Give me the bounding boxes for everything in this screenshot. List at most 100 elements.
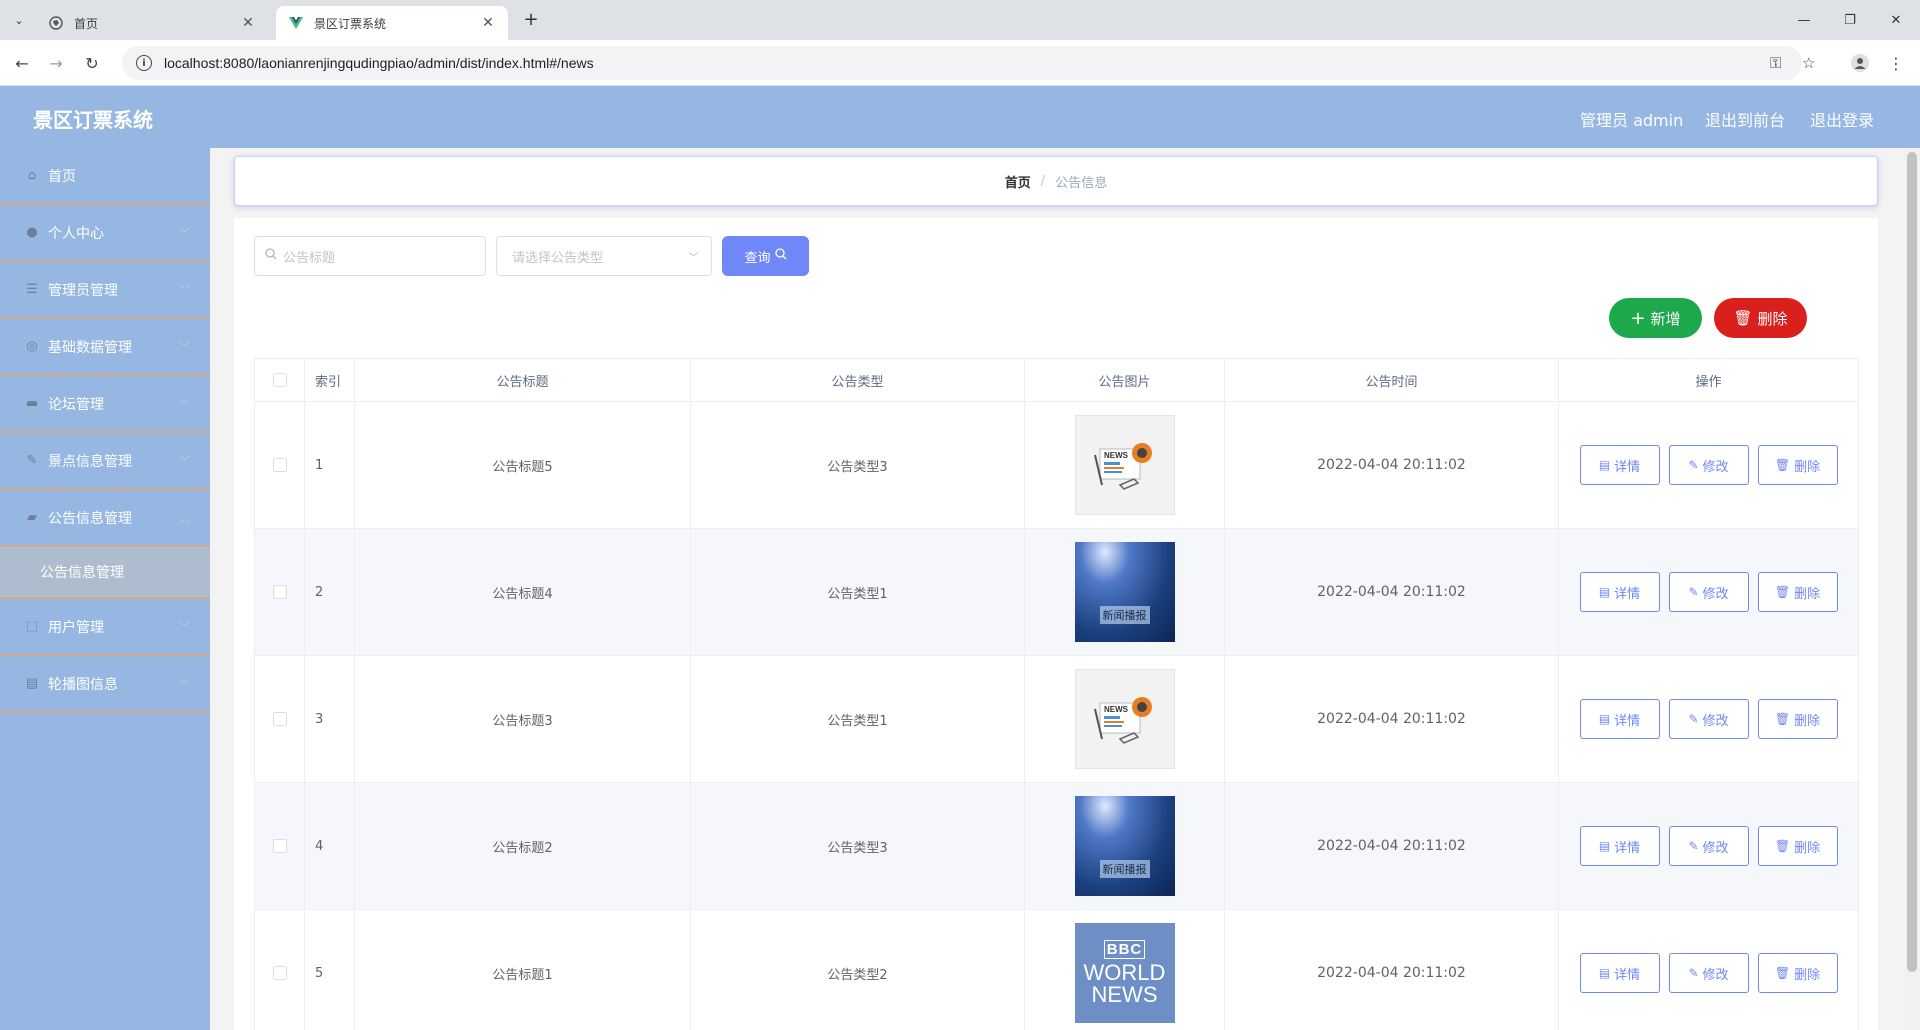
menu-kebab-icon[interactable]: ⋮ [1884, 51, 1908, 75]
select-all-checkbox[interactable] [272, 373, 287, 387]
user-icon: ● [26, 225, 38, 240]
row-type: 公告类型3 [691, 783, 1025, 909]
delete-button[interactable]: 🗑︎ 删除 [1757, 699, 1838, 739]
row-checkbox[interactable] [272, 839, 287, 853]
edit-button[interactable]: ✎ 修改 [1668, 953, 1749, 993]
detail-button[interactable]: ▤ 详情 [1579, 953, 1660, 993]
sidebar: ⌂ 首页 ● 个人中心 ﹀ ☰ 管理员管理 ﹀ ◎ 基础数据管理 ﹀ ▬ 论坛管… [0, 148, 210, 1030]
sidebar-item-notices[interactable]: ▰ 公告信息管理 ︿ [0, 490, 210, 547]
table-header-row: 索引 公告标题 公告类型 公告图片 公告时间 操作 [255, 359, 1858, 402]
browser-tab-active[interactable]: 景区订票系统 ✕ [276, 6, 508, 40]
plus-icon: + [1630, 307, 1646, 329]
sidebar-item-carousel[interactable]: ▤ 轮播图信息 ﹀ [0, 656, 210, 713]
admin-user-label: 管理员 admin [1580, 111, 1684, 130]
exit-to-front-link[interactable]: 退出到前台 [1705, 107, 1785, 131]
close-window-icon[interactable]: ✕ [1873, 6, 1919, 34]
chevron-down-icon: ﹀ [179, 227, 190, 240]
chevron-down-icon: ﹀ [179, 284, 190, 297]
reload-icon[interactable]: ↻ [80, 51, 104, 75]
detail-button[interactable]: ▤ 详情 [1579, 572, 1660, 612]
delete-button[interactable]: 🗑︎ 删除 [1757, 445, 1838, 485]
sidebar-item-base-data[interactable]: ◎ 基础数据管理 ﹀ [0, 319, 210, 376]
breadcrumb-home[interactable]: 首页 [1005, 172, 1031, 191]
row-checkbox[interactable] [272, 458, 287, 472]
minimize-icon[interactable]: — [1781, 6, 1827, 34]
title-search-placeholder: 公告标题 [283, 250, 336, 266]
trash-icon: 🗑︎ [1774, 712, 1791, 726]
stage-image-text: 新闻播报 [1099, 606, 1150, 624]
notice-icon: ▰ [27, 510, 37, 525]
row-image-cell: 新闻播报 [1025, 529, 1225, 655]
table-row: 5 公告标题1 公告类型2 BBC WORLD NEWS 2022-04-04 … [255, 910, 1858, 1030]
new-tab-button[interactable]: + [520, 9, 542, 30]
browser-tab-home[interactable]: 首页 ✕ [36, 6, 268, 40]
row-checkbox[interactable] [272, 712, 287, 726]
sidebar-item-label: 轮播图信息 [48, 676, 118, 693]
close-tab-icon[interactable]: ✕ [240, 15, 256, 31]
row-checkbox-cell [255, 529, 305, 655]
batch-delete-button[interactable]: 🗑︎ 删除 [1714, 298, 1807, 338]
chevron-down-icon: ﹀ [179, 621, 190, 634]
bbc-image: BBC WORLD NEWS [1074, 923, 1175, 1023]
row-checkbox[interactable] [272, 966, 287, 980]
delete-button[interactable]: 🗑︎ 删除 [1757, 953, 1838, 993]
profile-icon[interactable] [1848, 51, 1872, 75]
table-row: 3 公告标题3 公告类型1 NEWS 2022-04-04 20:11:02 ▤… [255, 656, 1858, 783]
title-search-input[interactable]: 公告标题 [254, 236, 486, 276]
users-icon: ⬚ [25, 619, 39, 634]
detail-button[interactable]: ▤ 详情 [1579, 699, 1660, 739]
row-image-cell: 新闻播报 [1025, 783, 1225, 909]
sidebar-item-label: 基础数据管理 [48, 339, 132, 356]
site-info-icon[interactable]: i [136, 55, 152, 71]
detail-button[interactable]: ▤ 详情 [1579, 826, 1660, 866]
row-checkbox[interactable] [272, 585, 287, 599]
add-button[interactable]: + 新增 [1609, 298, 1702, 338]
stage-image-text: 新闻播报 [1099, 860, 1150, 878]
close-tab-icon[interactable]: ✕ [480, 15, 496, 31]
sidebar-subitem-notice-management[interactable]: 公告信息管理 [0, 547, 210, 599]
edit-button[interactable]: ✎ 修改 [1668, 572, 1749, 612]
query-button[interactable]: 查询 [722, 236, 809, 276]
row-index: 4 [305, 783, 355, 909]
edit-label: 修改 [1702, 967, 1729, 983]
document-icon: ▤ [1598, 712, 1611, 726]
chevron-up-icon: ︿ [179, 512, 190, 525]
tab-title: 首页 [74, 16, 99, 31]
forward-icon[interactable]: → [44, 51, 68, 75]
restore-icon[interactable]: ❐ [1827, 6, 1873, 34]
browser-tabbar: ⌄ 首页 ✕ 景区订票系统 ✕ + — ❐ ✕ [0, 0, 1920, 40]
edit-button[interactable]: ✎ 修改 [1668, 699, 1749, 739]
chevron-down-icon: ﹀ [179, 455, 190, 468]
key-icon[interactable]: ⚿ [1770, 46, 1781, 80]
sidebar-item-home[interactable]: ⌂ 首页 [0, 148, 210, 205]
logout-link[interactable]: 退出登录 [1810, 107, 1874, 131]
scenic-icon: ✎ [26, 453, 38, 468]
header-image: 公告图片 [1025, 359, 1225, 401]
page-scrollbar-thumb[interactable] [1907, 152, 1917, 972]
vue-logo-icon [288, 15, 304, 31]
tab-search-chevron-icon[interactable]: ⌄ [8, 9, 30, 31]
row-title: 公告标题4 [355, 529, 691, 655]
detail-label: 详情 [1614, 840, 1641, 856]
back-icon[interactable]: ← [10, 51, 34, 75]
edit-label: 修改 [1702, 840, 1729, 856]
bbc-logo-text: BBC [1103, 940, 1146, 959]
forum-icon: ▬ [25, 396, 39, 411]
document-icon: ▤ [1598, 966, 1611, 980]
bookmark-star-icon[interactable]: ☆ [1802, 46, 1815, 80]
sidebar-item-users[interactable]: ⬚ 用户管理 ﹀ [0, 599, 210, 656]
row-type: 公告类型2 [691, 910, 1025, 1030]
edit-button[interactable]: ✎ 修改 [1668, 826, 1749, 866]
edit-button[interactable]: ✎ 修改 [1668, 445, 1749, 485]
delete-button[interactable]: 🗑︎ 删除 [1757, 826, 1838, 866]
detail-button[interactable]: ▤ 详情 [1579, 445, 1660, 485]
select-all-cell [255, 359, 305, 401]
address-bar[interactable]: i localhost:8080/laonianrenjingqudingpia… [122, 46, 1815, 80]
delete-button[interactable]: 🗑︎ 删除 [1757, 572, 1838, 612]
sidebar-item-personal[interactable]: ● 个人中心 ﹀ [0, 205, 210, 262]
sidebar-item-admins[interactable]: ☰ 管理员管理 ﹀ [0, 262, 210, 319]
sidebar-item-scenic[interactable]: ✎ 景点信息管理 ﹀ [0, 433, 210, 490]
notice-type-select[interactable]: 请选择公告类型 ﹀ [496, 236, 712, 276]
sidebar-item-forum[interactable]: ▬ 论坛管理 ﹀ [0, 376, 210, 433]
svg-text:NEWS: NEWS [1104, 451, 1129, 460]
